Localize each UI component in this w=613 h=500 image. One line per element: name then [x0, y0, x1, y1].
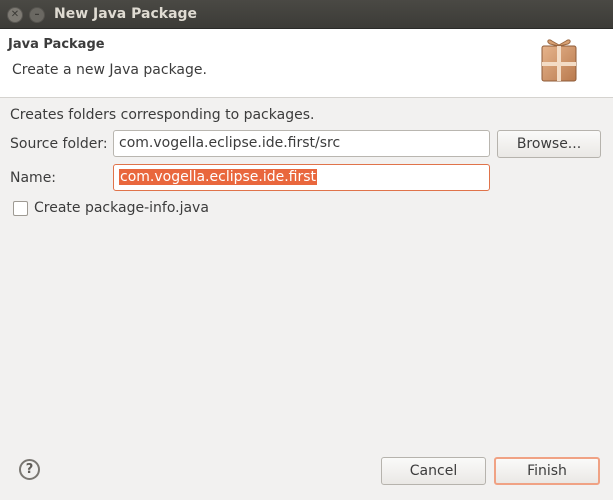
page-description: Creates folders corresponding to package… [10, 107, 315, 123]
package-info-label[interactable]: Create package-info.java [34, 200, 209, 216]
title-bar: ✕ – New Java Package [0, 0, 613, 29]
finish-button[interactable]: Finish [494, 457, 600, 485]
header-description: Create a new Java package. [12, 62, 207, 78]
package-icon [541, 39, 577, 82]
name-input-value: com.vogella.eclipse.ide.first [119, 169, 318, 185]
cancel-button[interactable]: Cancel [381, 457, 486, 485]
minimize-icon[interactable]: – [29, 7, 45, 23]
header-title: Java Package [8, 37, 105, 52]
source-folder-input[interactable]: com.vogella.eclipse.ide.first/src [113, 130, 490, 157]
name-label: Name: [10, 170, 57, 186]
browse-button[interactable]: Browse... [497, 130, 601, 158]
name-input[interactable]: com.vogella.eclipse.ide.first [113, 164, 490, 191]
window-title: New Java Package [54, 6, 198, 22]
package-info-checkbox[interactable] [13, 201, 28, 216]
source-folder-label: Source folder: [10, 136, 108, 152]
help-icon[interactable]: ? [19, 459, 40, 480]
wizard-header: Java Package Create a new Java package. [0, 29, 613, 98]
close-icon[interactable]: ✕ [7, 7, 23, 23]
